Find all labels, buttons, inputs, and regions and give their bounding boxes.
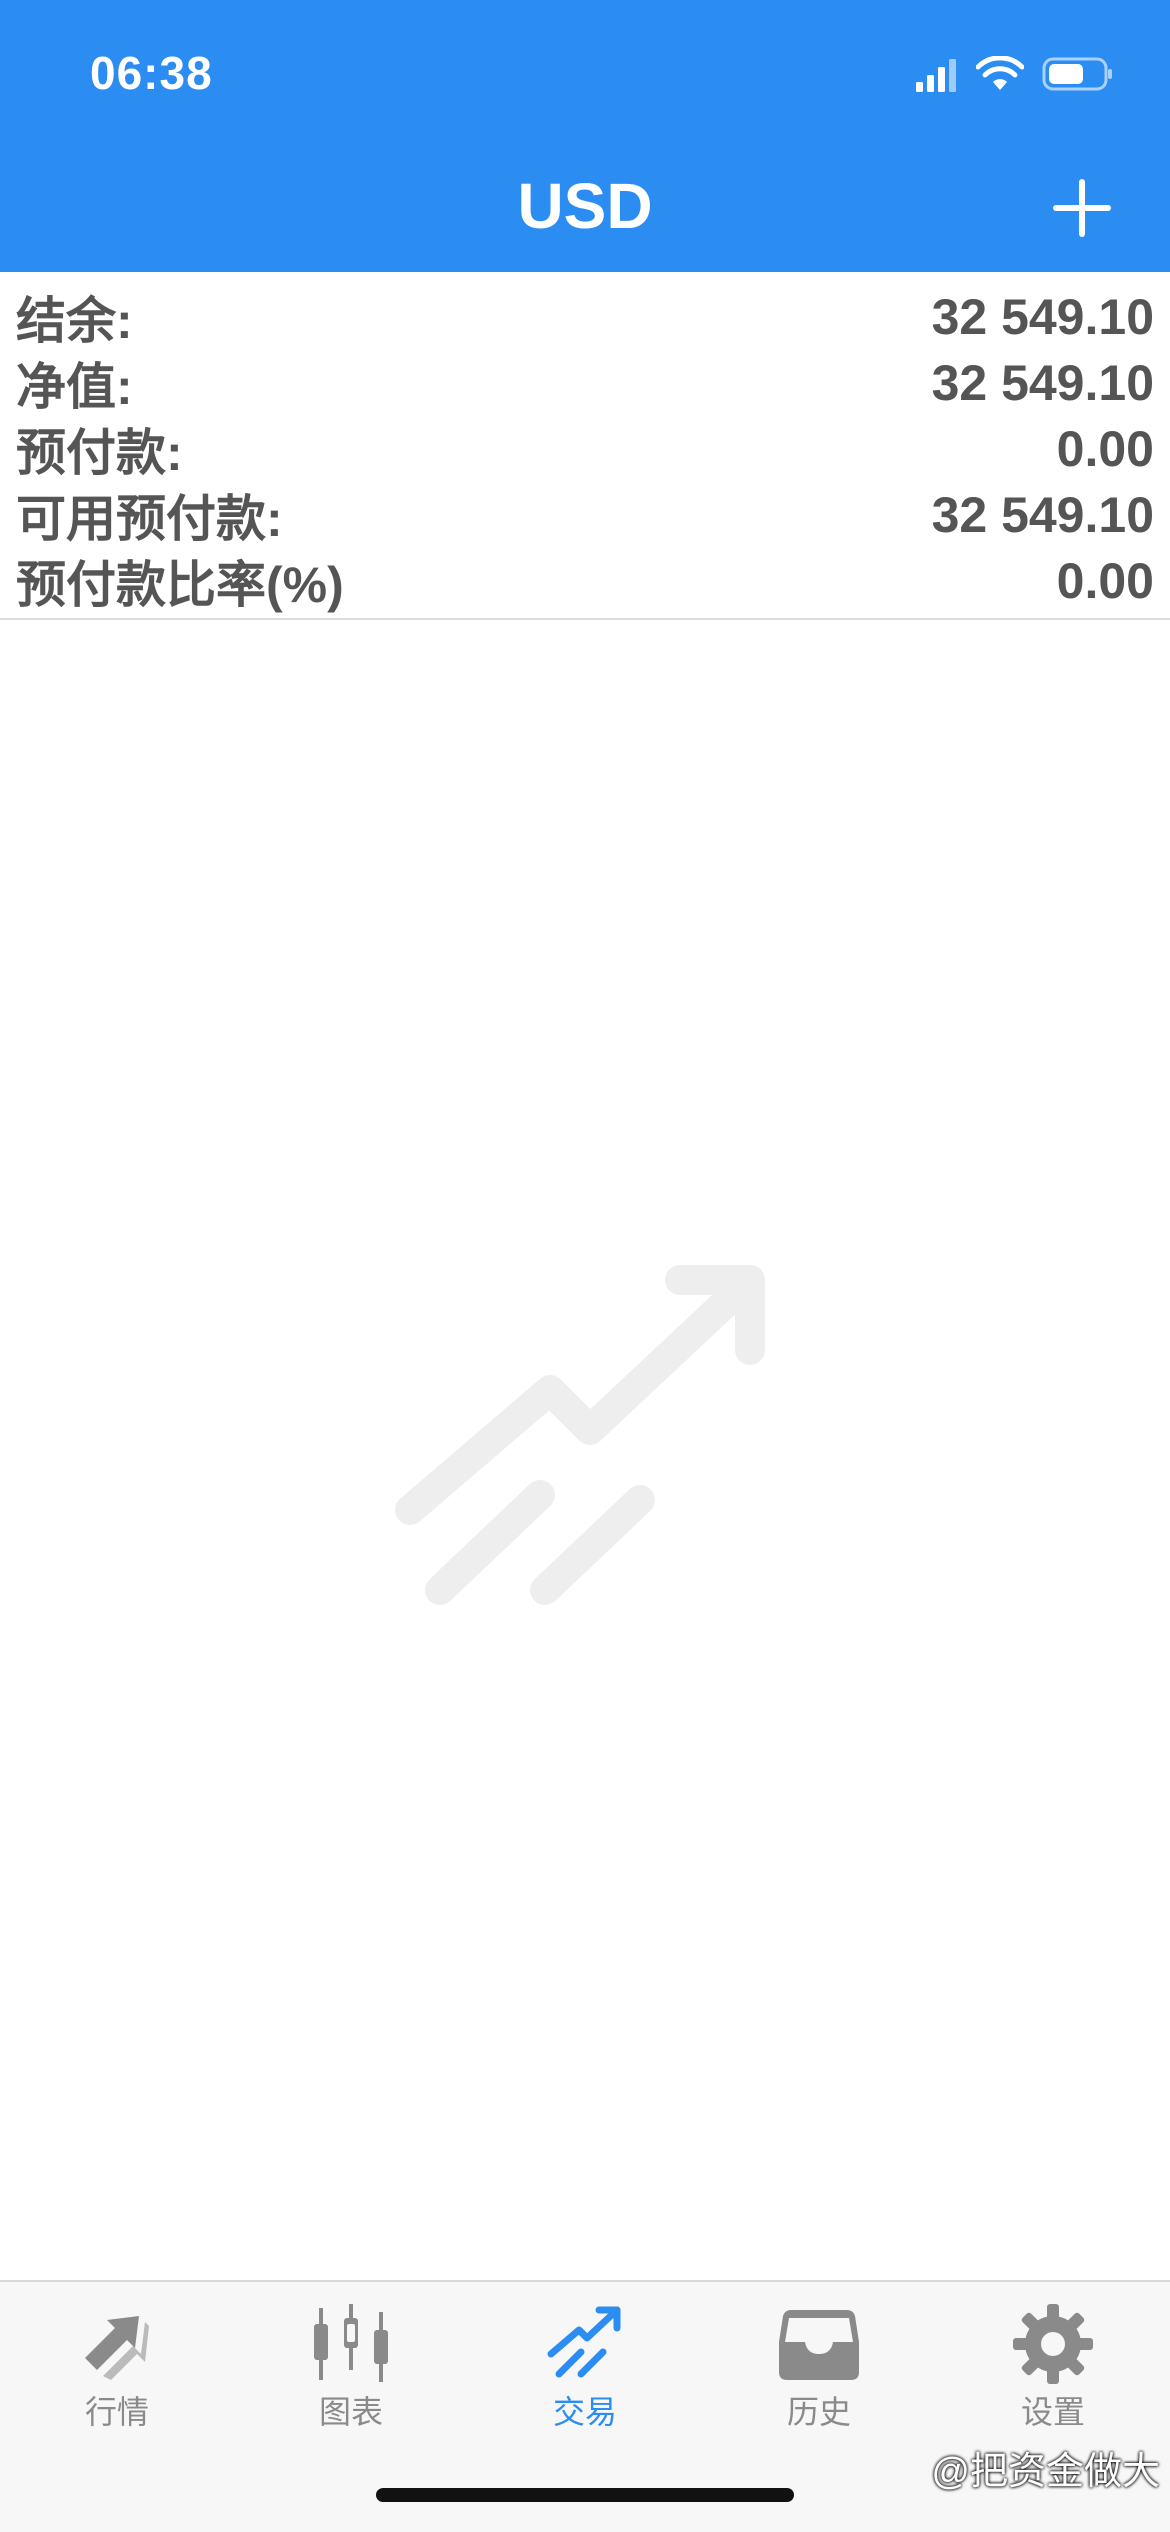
equity-value: 32 549.10: [931, 355, 1154, 411]
summary-row-equity: 净值: 32 549.10: [0, 350, 1170, 416]
summary-row-balance: 结余: 32 549.10: [0, 284, 1170, 350]
free-margin-value: 32 549.10: [931, 487, 1154, 543]
trade-icon: [547, 2306, 621, 2378]
account-summary: 结余: 32 549.10 净值: 32 549.10 预付款: 0.00 可用…: [0, 272, 1170, 620]
margin-label: 预付款:: [16, 425, 183, 481]
plus-icon: [1053, 179, 1111, 237]
summary-row-margin: 预付款: 0.00: [0, 416, 1170, 482]
tab-quotes[interactable]: 行情: [0, 2302, 234, 2452]
tab-settings[interactable]: 设置: [936, 2302, 1170, 2452]
quotes-icon: [85, 2316, 149, 2380]
add-button[interactable]: [1046, 172, 1118, 244]
tab-trade-label: 交易: [552, 2394, 617, 2430]
home-indicator: [376, 2488, 794, 2502]
gear-icon: [1013, 2304, 1093, 2384]
page-title: USD: [517, 170, 653, 242]
tab-charts[interactable]: 图表: [234, 2302, 468, 2452]
status-icons: [914, 52, 1114, 96]
chart-candles-icon: [314, 2304, 388, 2382]
trade-trend-icon: [395, 1265, 765, 1605]
equity-label: 净值:: [16, 359, 133, 415]
tab-history[interactable]: 历史: [702, 2302, 936, 2452]
battery-icon: [1042, 57, 1112, 91]
app-header: 06:38 USD: [0, 0, 1170, 272]
tab-history-label: 历史: [786, 2394, 851, 2430]
summary-row-margin-level: 预付款比率(%) 0.00: [0, 548, 1170, 614]
status-time: 06:38: [90, 47, 213, 99]
tab-trade[interactable]: 交易: [468, 2302, 702, 2452]
empty-state: [390, 1260, 790, 1640]
balance-label: 结余:: [16, 293, 133, 349]
margin-value: 0.00: [1056, 421, 1154, 477]
summary-row-free-margin: 可用预付款: 32 549.10: [0, 482, 1170, 548]
tab-quotes-label: 行情: [84, 2394, 149, 2430]
tab-settings-label: 设置: [1020, 2394, 1085, 2430]
source-watermark: @把资金做大: [931, 2451, 1160, 2493]
tab-charts-label: 图表: [318, 2394, 383, 2430]
margin-level-value: 0.00: [1056, 553, 1154, 609]
wifi-icon: [976, 56, 1024, 90]
margin-level-label: 预付款比率(%): [16, 557, 344, 613]
history-inbox-icon: [779, 2310, 859, 2380]
balance-value: 32 549.10: [931, 289, 1154, 345]
signal-icon: [916, 59, 956, 92]
free-margin-label: 可用预付款:: [16, 491, 283, 547]
